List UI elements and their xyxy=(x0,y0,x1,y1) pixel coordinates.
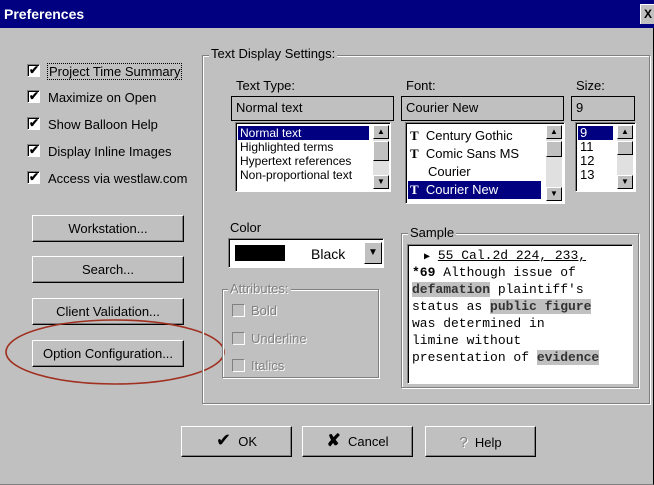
close-button[interactable]: X xyxy=(640,4,654,24)
list-item[interactable]: Normal text xyxy=(238,126,369,140)
list-item[interactable]: T Courier New xyxy=(408,181,541,199)
sample-line: defamation plaintiff's xyxy=(412,282,584,297)
maximize-on-open-label[interactable]: Maximize on Open xyxy=(48,90,156,105)
text-type-scrollbar[interactable]: ▲ ▼ xyxy=(373,125,389,189)
checkmark-icon: ✔ xyxy=(29,89,40,103)
arrow-up-icon[interactable]: ▲ xyxy=(546,125,562,139)
color-select[interactable]: Black ▼ xyxy=(228,238,384,268)
underline-label: Underline xyxy=(251,331,307,346)
workstation-button[interactable]: Workstation... xyxy=(32,215,184,242)
help-button[interactable]: ? Help xyxy=(425,426,536,457)
cancel-x-icon: ✘ xyxy=(326,431,341,450)
maximize-on-open-checkbox[interactable]: ✔ xyxy=(27,89,40,103)
italics-label: Italics xyxy=(251,358,285,373)
list-item[interactable]: 9 xyxy=(578,126,613,140)
attributes-label: Attributes: xyxy=(228,281,291,296)
annotation-ellipse xyxy=(5,319,225,385)
list-item[interactable]: 11 xyxy=(578,140,594,154)
preferences-dialog: Preferences X ✔ Project Time Summary ✔ M… xyxy=(0,0,654,485)
show-balloon-help-checkbox[interactable]: ✔ xyxy=(27,116,40,130)
italics-checkbox xyxy=(232,359,245,372)
arrow-up-icon[interactable]: ▲ xyxy=(373,125,389,139)
text-type-list[interactable]: Normal text Highlighted terms Hypertext … xyxy=(235,122,391,192)
list-item[interactable]: T Comic Sans MS xyxy=(408,145,519,163)
scroll-thumb[interactable] xyxy=(546,141,562,157)
search-button[interactable]: Search... xyxy=(32,256,184,283)
sample-line: status as public figure xyxy=(412,299,592,314)
color-label: Color xyxy=(230,220,262,235)
list-item[interactable]: Courier xyxy=(408,163,471,181)
list-item[interactable]: Non-proportional text xyxy=(238,168,352,182)
size-scrollbar[interactable]: ▲ ▼ xyxy=(617,125,633,189)
bold-checkbox xyxy=(232,304,245,317)
list-item[interactable]: 12 xyxy=(578,154,594,168)
link-marker-icon: ▶ xyxy=(424,252,431,263)
sample-line: presentation of evidence xyxy=(412,350,600,365)
sample-label: Sample xyxy=(408,225,457,240)
project-time-summary-label[interactable]: Project Time Summary xyxy=(47,63,183,80)
truetype-font-icon: T xyxy=(410,146,419,161)
arrow-down-icon[interactable]: ▼ xyxy=(546,187,562,201)
sample-line: limine without xyxy=(412,333,522,348)
chevron-down-icon[interactable]: ▼ xyxy=(364,242,382,264)
list-item[interactable]: 13 xyxy=(578,168,594,182)
arrow-up-icon[interactable]: ▲ xyxy=(617,125,633,139)
text-display-settings-label: Text Display Settings: xyxy=(209,46,338,61)
sample-line: was determined in xyxy=(412,316,545,331)
truetype-font-icon: T xyxy=(410,182,419,197)
scroll-thumb[interactable] xyxy=(373,141,389,161)
text-type-field: Normal text xyxy=(231,96,394,121)
sample-line: *69 Although issue of xyxy=(412,265,576,280)
color-value: Black xyxy=(311,246,346,262)
checkmark-icon: ✔ xyxy=(29,143,40,157)
arrow-down-icon[interactable]: ▼ xyxy=(373,175,389,189)
list-item[interactable]: T Century Gothic xyxy=(408,127,513,145)
underline-checkbox xyxy=(232,332,245,345)
window-title: Preferences xyxy=(4,6,85,22)
truetype-font-icon: T xyxy=(410,128,419,143)
size-field: 9 xyxy=(571,96,635,121)
show-balloon-help-label[interactable]: Show Balloon Help xyxy=(48,117,158,132)
sample-preview: ▶ 55 Cal.2d 224, 233, *69 Although issue… xyxy=(407,244,633,384)
ok-button[interactable]: ✔ OK xyxy=(181,426,292,457)
font-list[interactable]: T Century Gothic T Comic Sans MS Courier… xyxy=(405,122,565,204)
display-inline-images-checkbox[interactable]: ✔ xyxy=(27,143,40,157)
close-icon: X xyxy=(644,7,653,21)
cancel-button[interactable]: ✘ Cancel xyxy=(302,426,413,457)
access-via-westlaw-label[interactable]: Access via westlaw.com xyxy=(48,171,187,186)
access-via-westlaw-checkbox[interactable]: ✔ xyxy=(27,170,40,184)
display-inline-images-label[interactable]: Display Inline Images xyxy=(48,144,172,159)
color-swatch xyxy=(235,245,285,261)
title-bar: Preferences X xyxy=(0,0,654,28)
project-time-summary-checkbox[interactable]: ✔ xyxy=(27,63,40,77)
list-item[interactable]: Hypertext references xyxy=(238,154,351,168)
checkmark-icon: ✔ xyxy=(29,116,40,130)
bold-label: Bold xyxy=(251,303,278,318)
checkmark-icon: ✔ xyxy=(29,170,40,184)
arrow-down-icon[interactable]: ▼ xyxy=(617,175,633,189)
scroll-thumb[interactable] xyxy=(617,141,633,155)
size-list[interactable]: 9 11 12 13 ▲ ▼ xyxy=(575,122,636,192)
text-type-label: Text Type: xyxy=(236,78,296,93)
font-scrollbar[interactable]: ▲ ▼ xyxy=(546,125,562,201)
help-question-icon: ? xyxy=(459,434,468,451)
size-label: Size: xyxy=(576,78,605,93)
ok-check-icon: ✔ xyxy=(215,430,232,450)
checkmark-icon: ✔ xyxy=(29,63,40,77)
list-item[interactable]: Highlighted terms xyxy=(238,140,333,154)
font-label: Font: xyxy=(406,78,436,93)
font-field: Courier New xyxy=(401,96,564,121)
